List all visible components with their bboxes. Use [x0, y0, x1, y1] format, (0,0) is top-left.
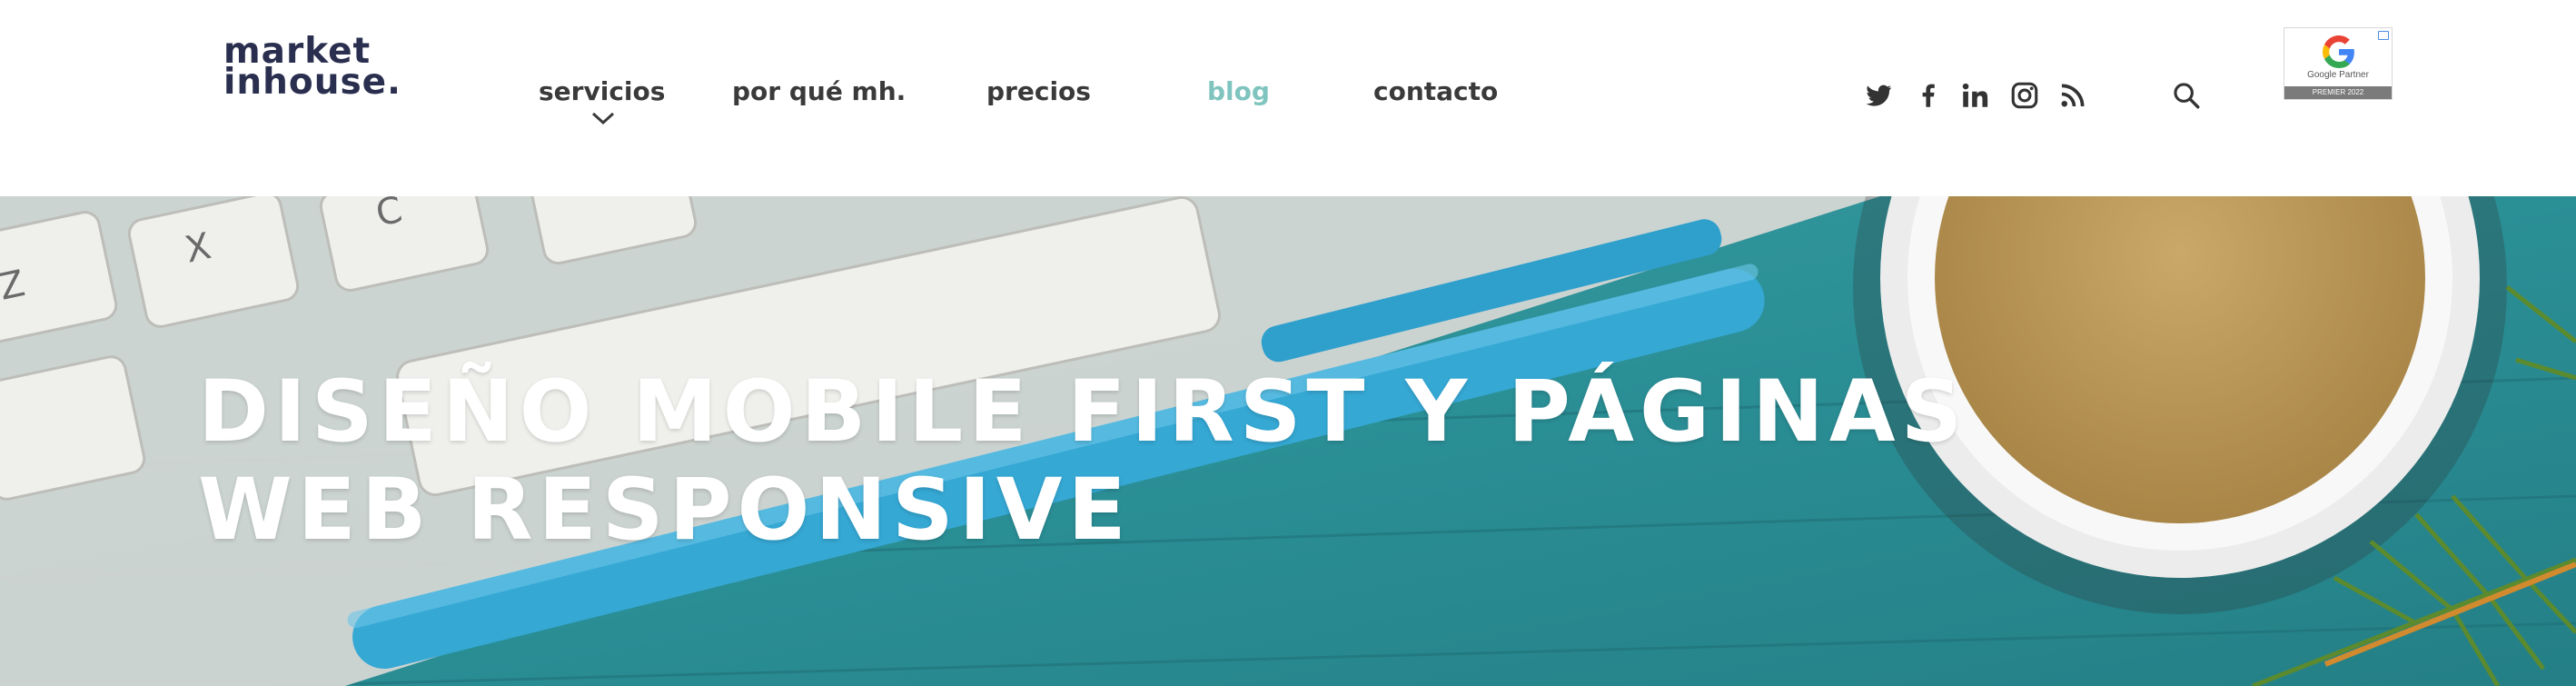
hero-banner: Z X C DISEÑO MOBILE FIRST Y PÁGINAS WEB …	[0, 196, 2576, 686]
site-logo[interactable]: market inhouse.	[223, 34, 401, 103]
page-title: DISEÑO MOBILE FIRST Y PÁGINAS WEB RESPON…	[198, 363, 2469, 560]
facebook-icon[interactable]	[1913, 80, 1944, 111]
title-line-1: DISEÑO MOBILE FIRST Y PÁGINAS	[198, 363, 1968, 462]
google-g-icon	[2323, 35, 2354, 68]
rss-icon[interactable]	[2057, 80, 2088, 111]
badge-label: Google Partner	[2307, 70, 2369, 80]
site-header: market inhouse. servicios por qué mh. pr…	[0, 0, 2576, 196]
linkedin-icon[interactable]	[1959, 80, 1990, 111]
search-icon[interactable]	[2171, 80, 2202, 111]
nav-item-contacto[interactable]: contacto	[1373, 76, 1498, 106]
chevron-down-icon[interactable]	[590, 111, 616, 125]
instagram-icon[interactable]	[2009, 80, 2040, 111]
title-line-2: WEB RESPONSIVE	[198, 461, 1132, 560]
nav-item-servicios[interactable]: servicios	[539, 76, 665, 106]
nav-item-blog[interactable]: blog	[1207, 76, 1270, 106]
logo-line-2: inhouse.	[223, 62, 401, 103]
nav-item-precios[interactable]: precios	[986, 76, 1091, 106]
twitter-icon[interactable]	[1863, 80, 1894, 111]
google-partner-badge[interactable]: Google Partner PREMIER 2022	[2284, 27, 2393, 100]
ad-choice-icon	[2378, 31, 2389, 40]
nav-item-por-que-mh[interactable]: por qué mh.	[732, 76, 906, 106]
badge-footer: PREMIER 2022	[2284, 86, 2392, 99]
